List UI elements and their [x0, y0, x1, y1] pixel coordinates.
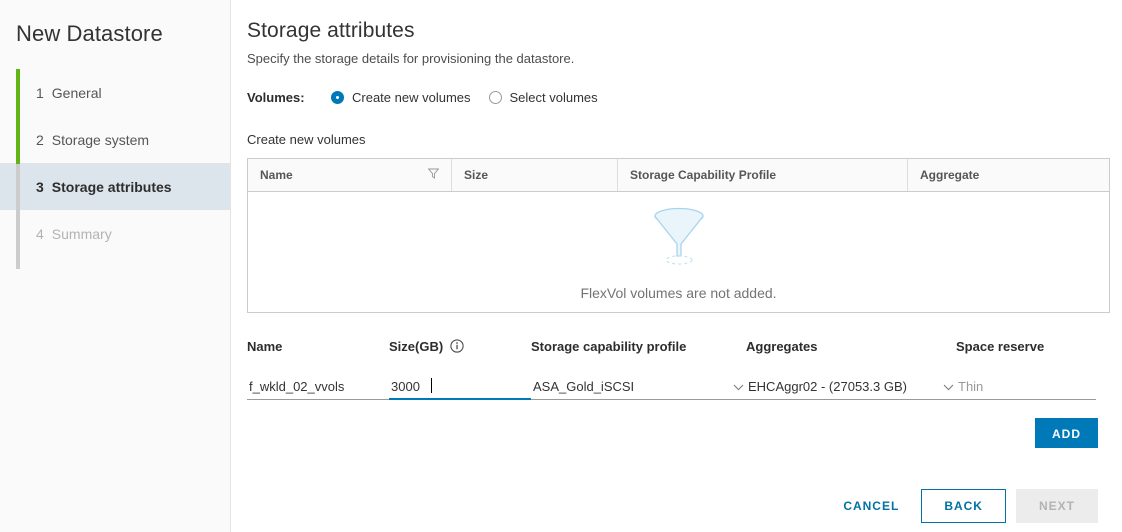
field-label-name: Name — [247, 337, 389, 355]
wizard-title: New Datastore — [0, 0, 230, 47]
page-subtitle: Specify the storage details for provisio… — [231, 43, 1122, 66]
field-storage-capability-profile: Storage capability profile ASA_Gold_iSCS… — [531, 337, 746, 400]
column-header-aggregate[interactable]: Aggregate — [907, 159, 1109, 191]
column-header-label: Aggregate — [920, 159, 979, 191]
column-header-size[interactable]: Size — [451, 159, 617, 191]
field-label-scp: Storage capability profile — [531, 337, 746, 355]
radio-indicator[interactable] — [331, 91, 344, 104]
field-label-size-text: Size(GB) — [389, 339, 443, 354]
name-input[interactable] — [247, 377, 389, 400]
selected-value: ASA_Gold_iSCSI — [533, 379, 634, 394]
step-number: 1 — [36, 85, 44, 101]
radio-indicator[interactable] — [489, 91, 502, 104]
chevron-down-icon[interactable] — [733, 379, 744, 394]
field-label-size: Size(GB) — [389, 337, 531, 355]
wizard-steps: 1 General 2 Storage system 3 Storage att… — [0, 69, 230, 257]
info-icon[interactable] — [450, 339, 464, 353]
sidebar-step-summary: 4 Summary — [0, 210, 230, 257]
wizard-main-panel: Storage attributes Specify the storage d… — [231, 0, 1122, 532]
selected-value: EHCAggr02 - (27053.3 GB) — [748, 379, 907, 394]
step-number: 3 — [36, 179, 44, 195]
add-button[interactable]: ADD — [1035, 418, 1098, 448]
field-aggregates: Aggregates EHCAggr02 - (27053.3 GB) — [746, 337, 956, 400]
space-reserve-input[interactable] — [956, 377, 1096, 400]
step-label: Summary — [52, 226, 112, 242]
control-aggregates: EHCAggr02 - (27053.3 GB) — [746, 377, 956, 400]
filter-icon[interactable] — [428, 159, 439, 191]
wizard-footer: CANCEL BACK NEXT — [825, 489, 1098, 523]
column-header-label: Size — [464, 159, 488, 191]
field-size: Size(GB) — [389, 337, 531, 400]
volumes-label: Volumes: — [247, 90, 331, 105]
table-header-row: Name Size Storage Capability Profile Agg… — [248, 159, 1109, 192]
next-button: NEXT — [1016, 489, 1098, 523]
empty-state-text: FlexVol volumes are not added. — [580, 285, 776, 301]
step-number: 4 — [36, 226, 44, 242]
step-number: 2 — [36, 132, 44, 148]
column-header-storage-capability-profile[interactable]: Storage Capability Profile — [617, 159, 907, 191]
step-label: Storage system — [52, 132, 149, 148]
cancel-button[interactable]: CANCEL — [825, 489, 917, 523]
aggregates-select[interactable]: EHCAggr02 - (27053.3 GB) — [746, 377, 956, 400]
control-name — [247, 377, 389, 400]
sidebar-step-storage-attributes[interactable]: 3 Storage attributes — [0, 163, 230, 210]
funnel-icon — [650, 204, 708, 271]
column-header-name[interactable]: Name — [248, 159, 451, 191]
column-header-label: Name — [260, 159, 293, 191]
add-button-row: ADD — [231, 400, 1122, 448]
radio-select-volumes[interactable]: Select volumes — [489, 90, 598, 105]
radio-label: Select volumes — [510, 90, 598, 105]
section-caption: Create new volumes — [231, 105, 1122, 147]
control-space-reserve — [956, 377, 1096, 400]
add-volume-form: Name Size(GB) — [231, 313, 1122, 400]
sidebar-step-general[interactable]: 1 General — [0, 69, 230, 116]
storage-capability-profile-select[interactable]: ASA_Gold_iSCSI — [531, 377, 746, 400]
volumes-table: Name Size Storage Capability Profile Agg… — [247, 158, 1110, 313]
step-label: General — [52, 85, 102, 101]
column-header-label: Storage Capability Profile — [630, 159, 776, 191]
step-progress-completed — [16, 69, 20, 164]
new-datastore-wizard: New Datastore 1 General 2 Storage system… — [0, 0, 1122, 532]
radio-create-new-volumes[interactable]: Create new volumes — [331, 90, 471, 105]
volumes-radio-group: Volumes: Create new volumes Select volum… — [231, 66, 1122, 105]
wizard-sidebar: New Datastore 1 General 2 Storage system… — [0, 0, 231, 532]
control-scp: ASA_Gold_iSCSI — [531, 377, 746, 400]
size-input[interactable] — [389, 377, 531, 400]
back-button[interactable]: BACK — [921, 489, 1006, 523]
table-empty-state: FlexVol volumes are not added. — [248, 192, 1109, 312]
field-label-space-reserve: Space reserve — [956, 337, 1096, 355]
control-size — [389, 377, 531, 400]
page-title: Storage attributes — [231, 0, 1122, 43]
chevron-down-icon[interactable] — [943, 379, 954, 394]
sidebar-step-storage-system[interactable]: 2 Storage system — [0, 116, 230, 163]
step-label: Storage attributes — [52, 179, 172, 195]
radio-label: Create new volumes — [352, 90, 471, 105]
field-label-aggregates: Aggregates — [746, 337, 956, 355]
text-caret — [431, 378, 432, 393]
field-space-reserve: Space reserve — [956, 337, 1096, 400]
field-name: Name — [247, 337, 389, 400]
